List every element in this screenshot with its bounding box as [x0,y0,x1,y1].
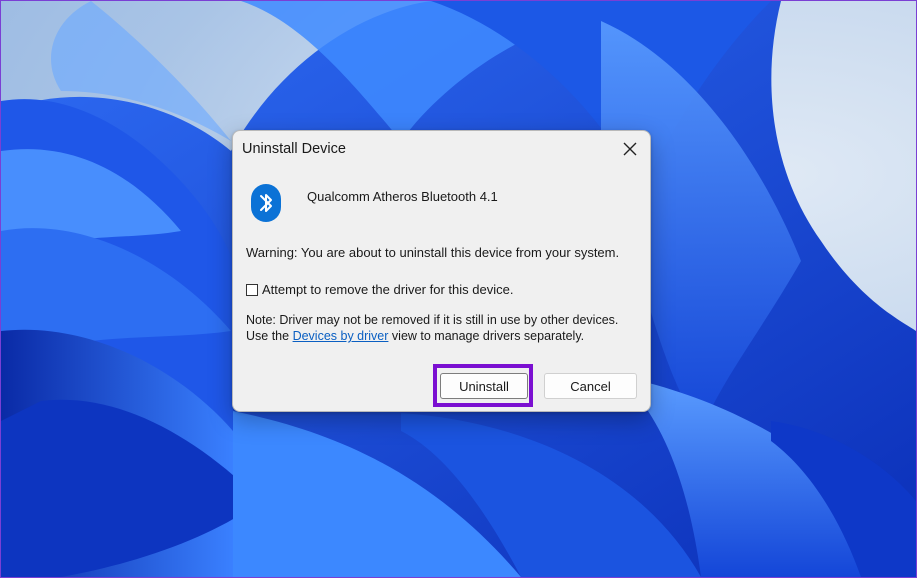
remove-driver-checkbox[interactable] [246,283,258,296]
remove-driver-option[interactable]: Attempt to remove the driver for this de… [246,282,513,297]
remove-driver-label[interactable]: Attempt to remove the driver for this de… [262,282,513,297]
note-suffix: view to manage drivers separately. [388,329,585,343]
close-icon [623,142,637,156]
dialog-title: Uninstall Device [242,141,346,157]
cancel-button[interactable]: Cancel [544,373,637,399]
devices-by-driver-link[interactable]: Devices by driver [293,329,389,343]
device-name: Qualcomm Atheros Bluetooth 4.1 [307,189,498,204]
close-button[interactable] [616,137,644,161]
desktop-screenshot: Uninstall Device Qualcomm Atheros Blueto… [0,0,917,578]
uninstall-highlight-box [433,364,533,407]
note-text: Note: Driver may not be removed if it is… [246,312,641,344]
bluetooth-icon [251,184,281,222]
warning-text: Warning: You are about to uninstall this… [246,245,620,260]
